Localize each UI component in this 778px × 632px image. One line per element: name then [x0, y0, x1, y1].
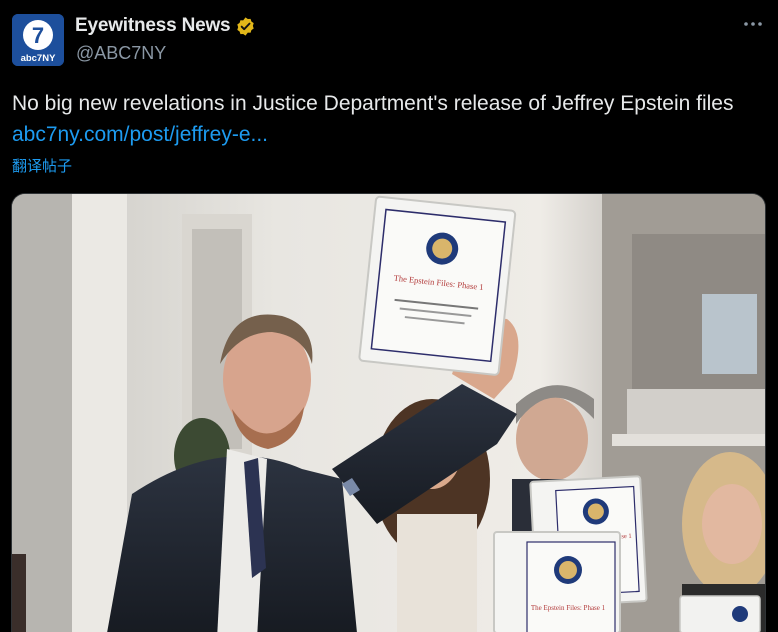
abc7-logo-icon: 7 abc7NY — [12, 14, 64, 66]
account-handle[interactable]: @ABC7NY — [76, 43, 166, 64]
svg-text:The Epstein Files: Phase 1: The Epstein Files: Phase 1 — [531, 604, 606, 612]
tweet-body: No big new revelations in Justice Depart… — [12, 92, 734, 115]
more-options-icon — [744, 22, 762, 26]
account-avatar[interactable]: 7 abc7NY — [12, 14, 64, 66]
tweet-text: No big new revelations in Justice Depart… — [12, 88, 768, 150]
name-row: Eyewitness News — [75, 15, 256, 37]
article-link[interactable]: abc7ny.com/post/jeffrey-e... — [12, 123, 268, 146]
binder-bottom: The Epstein Files: Phase 1 — [493, 531, 621, 632]
press-photo: The Epstein Files: Phase 1 The Epstein F… — [12, 194, 765, 632]
binder-main: The Epstein Files: Phase 1 — [358, 195, 517, 376]
verified-badge-icon — [237, 16, 255, 36]
tweet-photo[interactable]: The Epstein Files: Phase 1 The Epstein F… — [11, 193, 766, 632]
svg-text:7: 7 — [32, 23, 44, 48]
more-options-button[interactable] — [740, 14, 766, 34]
tweet: 7 abc7NY Eyewitness News @ABC7NY No big … — [0, 0, 778, 632]
svg-text:abc7NY: abc7NY — [21, 53, 57, 64]
translate-post-button[interactable]: 翻译帖子 — [12, 155, 72, 176]
display-name[interactable]: Eyewitness News — [75, 15, 231, 37]
